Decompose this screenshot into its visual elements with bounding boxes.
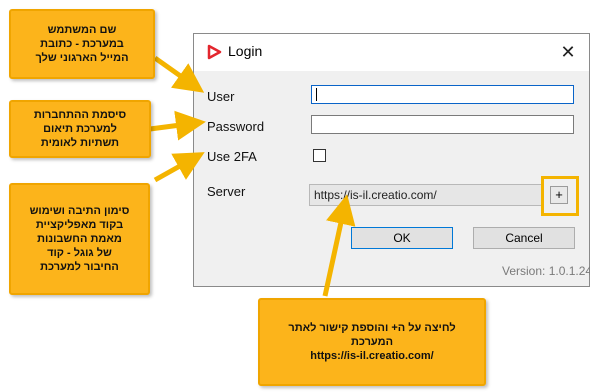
arrow-twofa: [153, 152, 205, 183]
arrow-user: [153, 55, 205, 93]
callout-server: לחיצה על ה+ והוספת קישור לאתר המערכת htt…: [258, 298, 486, 386]
callout-twofa: סימון התיבה ושימוש בקוד מאפליקציית מאמת …: [9, 183, 150, 295]
callout-user: שם המשתמש במערכת - כתובת המייל הארגוני ש…: [9, 9, 155, 79]
arrow-server: [322, 194, 356, 297]
arrow-password: [149, 110, 206, 141]
callout-password: סיסמת ההתחברות למערכת תיאום תשתיות לאומי…: [9, 100, 151, 158]
